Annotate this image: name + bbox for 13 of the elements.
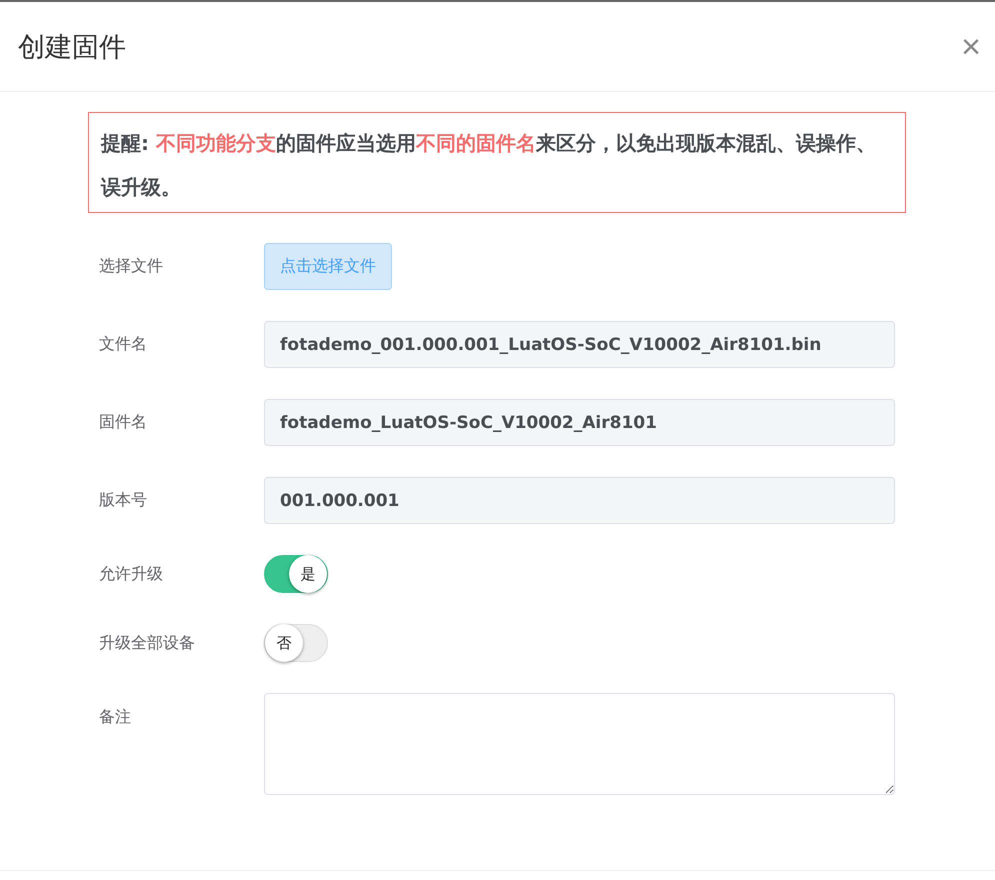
- field-label: 版本号: [98, 490, 148, 511]
- close-button[interactable]: ×: [961, 30, 981, 64]
- alert-message: 提醒: 不同功能分支的固件应当选用不同的固件名来区分，以免出现版本混乱、误操作、误升级。: [101, 130, 877, 201]
- field-label: 固件名: [98, 412, 148, 433]
- toggle-switch[interactable]: 否: [264, 624, 328, 662]
- note-field[interactable]: [264, 693, 895, 795]
- toggle-switch[interactable]: 是: [264, 555, 328, 593]
- field-label: 选择文件: [98, 256, 164, 277]
- field-label: 文件名: [98, 334, 148, 355]
- dialog-title: 创建固件: [18, 30, 126, 64]
- field-label: 备注: [98, 706, 132, 728]
- field-label: 允许升级: [98, 564, 164, 584]
- field-label: 升级全部设备: [98, 632, 196, 654]
